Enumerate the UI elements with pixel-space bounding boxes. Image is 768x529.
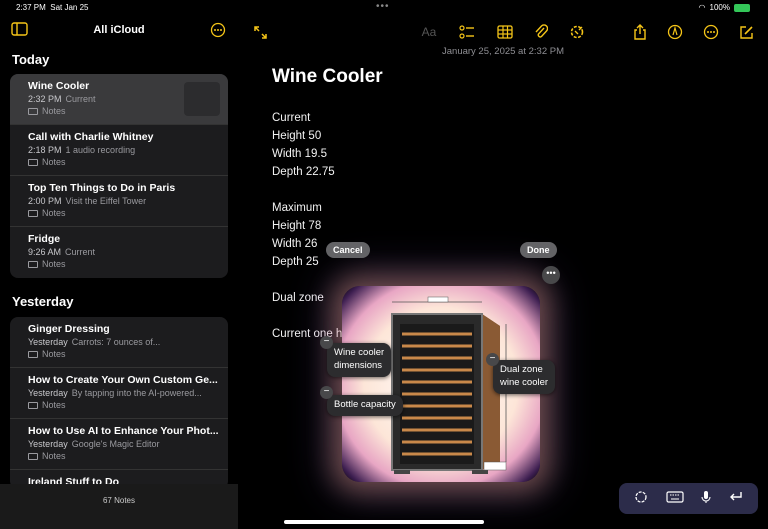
callout-dual-zone[interactable]: Dual zone wine cooler xyxy=(493,360,556,394)
note-folder: Notes xyxy=(42,157,66,167)
note-date: 2:32 PM xyxy=(28,94,62,104)
folder-icon xyxy=(28,260,38,268)
note-line[interactable]: Width 26 xyxy=(272,238,317,250)
return-icon[interactable] xyxy=(729,491,743,506)
note-title: How to Use AI to Enhance Your Phot... xyxy=(28,425,219,437)
sidebar-footer: 67 Notes xyxy=(0,484,238,529)
callout-dimensions[interactable]: Wine cooler dimensions xyxy=(327,343,392,377)
list-item[interactable]: How to Use AI to Enhance Your Phot... Ye… xyxy=(10,419,228,470)
note-line[interactable]: Width 19.5 xyxy=(272,148,327,160)
more-icon[interactable] xyxy=(210,22,230,42)
expand-icon[interactable] xyxy=(250,22,270,42)
sidebar-toolbar: All iCloud xyxy=(0,16,238,46)
checklist-icon[interactable] xyxy=(457,22,477,42)
note-line[interactable]: Maximum xyxy=(272,202,322,214)
list-item[interactable]: How to Create Your Own Custom Ge... Yest… xyxy=(10,368,228,419)
text-format-icon[interactable]: Aa xyxy=(419,22,439,42)
keyboard-icon[interactable] xyxy=(666,491,684,506)
image-more-icon[interactable]: ••• xyxy=(542,266,560,284)
home-indicator[interactable] xyxy=(284,520,484,524)
status-time: 2:37 PM Sat Jan 25 xyxy=(16,3,89,12)
note-folder: Notes xyxy=(42,349,66,359)
note-thumbnail xyxy=(184,82,220,116)
remove-icon[interactable]: − xyxy=(320,336,333,349)
note-folder: Notes xyxy=(42,400,66,410)
battery-percent: 100% xyxy=(709,3,730,12)
cancel-button[interactable]: Cancel xyxy=(326,242,370,258)
note-folder: Notes xyxy=(42,451,66,461)
apple-intelligence-icon[interactable] xyxy=(634,490,648,507)
status-right: ◠ 100% xyxy=(699,3,750,12)
markup-icon[interactable] xyxy=(665,22,685,42)
wine-cooler-illustration xyxy=(391,296,507,474)
note-editor: Aa January 25, 2025 at 2:32 PM Wine Cool… xyxy=(238,16,768,529)
share-icon[interactable] xyxy=(630,22,650,42)
note-line[interactable]: Depth 25 xyxy=(272,256,319,268)
folder-icon xyxy=(28,158,38,166)
note-preview: Current xyxy=(65,94,96,104)
note-timestamp: January 25, 2025 at 2:32 PM xyxy=(442,46,564,57)
mic-icon[interactable] xyxy=(701,490,711,507)
folder-icon xyxy=(28,350,38,358)
list-item[interactable]: Top Ten Things to Do in Paris 2:00 PM Vis… xyxy=(10,176,228,227)
note-date: 9:26 AM xyxy=(28,247,62,257)
note-date: Yesterday xyxy=(28,337,68,347)
note-date: 2:00 PM xyxy=(28,196,62,206)
note-title: How to Create Your Own Custom Ge... xyxy=(28,374,218,386)
folder-icon xyxy=(28,107,38,115)
note-title: Top Ten Things to Do in Paris xyxy=(28,182,176,194)
multitasking-dots-icon[interactable]: ••• xyxy=(376,1,390,12)
attachment-icon[interactable] xyxy=(531,22,551,42)
folder-icon xyxy=(28,209,38,217)
remove-icon[interactable]: − xyxy=(320,386,333,399)
folder-icon xyxy=(28,401,38,409)
note-line[interactable]: Current xyxy=(272,112,310,124)
battery-icon xyxy=(734,3,750,12)
note-preview: Carrots: 7 ounces of... xyxy=(71,337,161,347)
list-item[interactable]: Fridge 9:26 AM Current Notes xyxy=(10,227,228,278)
note-preview: Google's Magic Editor xyxy=(71,439,160,449)
note-folder: Notes xyxy=(42,106,66,116)
note-date: Yesterday xyxy=(28,439,68,449)
note-title: Ginger Dressing xyxy=(28,323,110,335)
notes-sidebar: All iCloud Today Wine Cooler 2:32 PM Curr… xyxy=(0,16,238,529)
remove-icon[interactable]: − xyxy=(486,353,499,366)
section-title-today: Today xyxy=(12,52,50,67)
wifi-icon: ◠ xyxy=(698,3,706,12)
callout-bottle-capacity[interactable]: Bottle capacity xyxy=(327,395,403,416)
keyboard-accessory-bar xyxy=(619,483,758,514)
list-item[interactable]: Wine Cooler 2:32 PM Current Notes xyxy=(10,74,228,125)
apple-intelligence-icon[interactable] xyxy=(567,22,587,42)
folder-title: All iCloud xyxy=(93,24,145,36)
note-preview: Current xyxy=(65,247,96,257)
notes-count: 67 Notes xyxy=(102,496,136,505)
note-line[interactable]: Height 50 xyxy=(272,130,321,142)
note-title: Fridge xyxy=(28,233,61,245)
compose-icon[interactable] xyxy=(736,22,756,42)
folder-icon xyxy=(28,452,38,460)
note-title: Call with Charlie Whitney xyxy=(28,131,154,143)
note-folder: Notes xyxy=(42,259,66,269)
notes-group-today: Wine Cooler 2:32 PM Current Notes Call wi… xyxy=(10,74,228,278)
status-bar: 2:37 PM Sat Jan 25 ••• ◠ 100% xyxy=(0,0,768,16)
note-date: Yesterday xyxy=(28,388,68,398)
section-title-yesterday: Yesterday xyxy=(12,294,74,309)
list-item[interactable]: Ginger Dressing Yesterday Carrots: 7 ounc… xyxy=(10,317,228,368)
done-button[interactable]: Done xyxy=(520,242,557,258)
note-preview: By tapping into the AI-powered... xyxy=(71,388,202,398)
more-icon[interactable] xyxy=(701,22,721,42)
note-preview: Visit the Eiffel Tower xyxy=(65,196,147,206)
note-date: 2:18 PM xyxy=(28,145,62,155)
note-line[interactable]: Depth 22.75 xyxy=(272,166,335,178)
note-preview: 1 audio recording xyxy=(65,145,136,155)
note-folder: Notes xyxy=(42,208,66,218)
notes-group-yesterday: Ginger Dressing Yesterday Carrots: 7 ounc… xyxy=(10,317,228,489)
table-icon[interactable] xyxy=(495,22,515,42)
note-line[interactable]: Dual zone xyxy=(272,292,324,304)
list-item[interactable]: Call with Charlie Whitney 2:18 PM 1 audio… xyxy=(10,125,228,176)
note-line[interactable]: Height 78 xyxy=(272,220,321,232)
note-heading[interactable]: Wine Cooler xyxy=(272,66,383,88)
